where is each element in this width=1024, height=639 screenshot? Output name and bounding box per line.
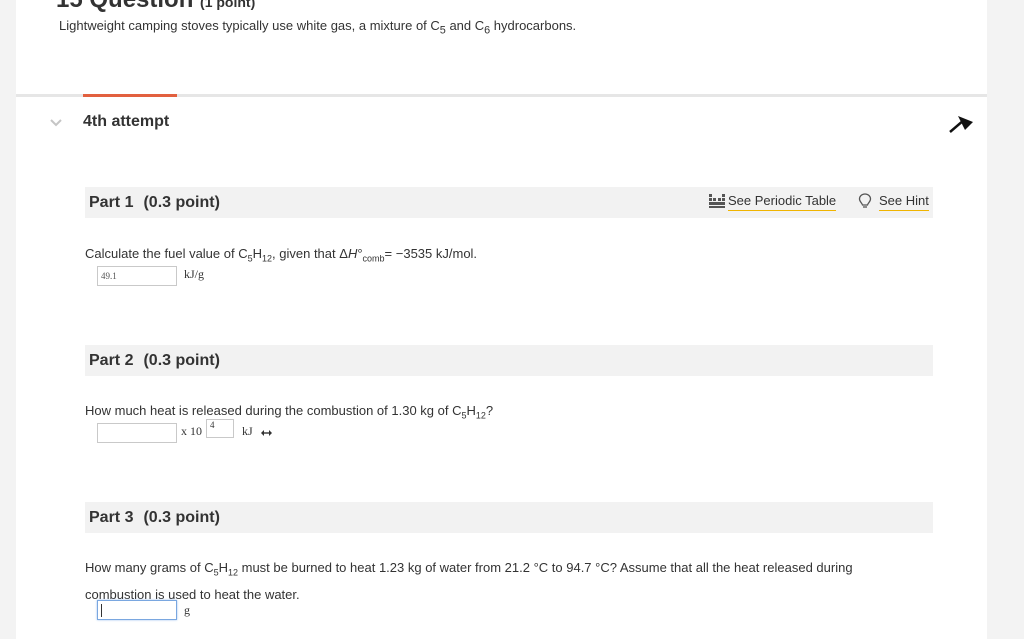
arrow-up-icon[interactable]	[946, 110, 976, 136]
part-3-title: Part 3 (0.3 point)	[89, 509, 220, 527]
chevron-down-icon[interactable]	[48, 114, 64, 130]
question-header: 15 Question (1 point)	[56, 0, 255, 14]
question-card: 15 Question (1 point) Lightweight campin…	[16, 0, 987, 639]
part-1-unit: kJ/g	[184, 267, 205, 281]
part-2-points: (0.3 point)	[143, 352, 220, 369]
attempt-tab-indicator	[83, 94, 177, 97]
intro-text-1: Lightweight camping stoves typically use…	[59, 18, 440, 33]
part-1-q-text-4: = −3535 kJ/mol.	[384, 246, 478, 261]
part-3-q-sub-2: 12	[228, 567, 239, 578]
text-cursor	[101, 604, 102, 617]
part-3-q-text-3: must be burned to heat 1.23 kg of water …	[238, 560, 853, 575]
periodic-table-icon[interactable]	[709, 194, 725, 208]
part-3-answer-input[interactable]	[97, 600, 177, 620]
part-1-points: (0.3 point)	[143, 194, 220, 211]
part-2-label: Part 2	[89, 352, 134, 369]
see-periodic-table-link[interactable]: See Periodic Table	[728, 193, 837, 211]
part-2-unit-select[interactable]: kJ	[242, 424, 253, 439]
question-header-points: (1 point)	[200, 0, 256, 10]
part-1-q-sub-2: 12	[262, 253, 273, 264]
part-2-title: Part 2 (0.3 point)	[89, 352, 220, 370]
part-3-unit: g	[184, 603, 190, 617]
part-1-q-text-3: , given that Δ	[272, 246, 348, 261]
part-1-q-text-1: Calculate the fuel value of C	[85, 246, 248, 261]
part-1-answer-input[interactable]: 49.1	[97, 266, 177, 286]
part-1-q-italic: H	[347, 246, 358, 261]
part-2-exponent-input[interactable]: 4	[206, 419, 234, 438]
part-3-q-text-2: H	[218, 560, 228, 575]
part-1-q-sub-3: comb	[362, 253, 385, 264]
intro-text-2: and C	[445, 18, 485, 33]
question-intro: Lightweight camping stoves typically use…	[59, 18, 576, 37]
question-header-title: 15 Question	[56, 0, 193, 13]
part-2-q-sub-2: 12	[475, 410, 486, 421]
part-2-answer-input[interactable]	[97, 423, 177, 443]
see-hint-link[interactable]: See Hint	[879, 193, 929, 211]
part-2-times-ten: x 10	[181, 424, 202, 438]
part-2-q-text-1: How much heat is released during the com…	[85, 403, 462, 418]
part-2-q-text-2: H	[466, 403, 476, 418]
double-arrow-icon[interactable]	[261, 430, 272, 436]
part-3-question: How many grams of C5H12 must be burned t…	[85, 557, 925, 605]
intro-text-3: hydrocarbons.	[490, 18, 577, 33]
part-1-label: Part 1	[89, 194, 134, 211]
part-3-points: (0.3 point)	[143, 509, 220, 526]
part-3-label: Part 3	[89, 509, 134, 526]
part-2-q-text-3: ?	[485, 403, 494, 418]
part-1-title: Part 1 (0.3 point)	[89, 194, 220, 212]
part-3-q-text-1: How many grams of C	[85, 560, 214, 575]
lightbulb-icon[interactable]	[858, 193, 872, 209]
attempt-label[interactable]: 4th attempt	[83, 113, 169, 131]
part-1-q-text-2: H	[252, 246, 263, 261]
